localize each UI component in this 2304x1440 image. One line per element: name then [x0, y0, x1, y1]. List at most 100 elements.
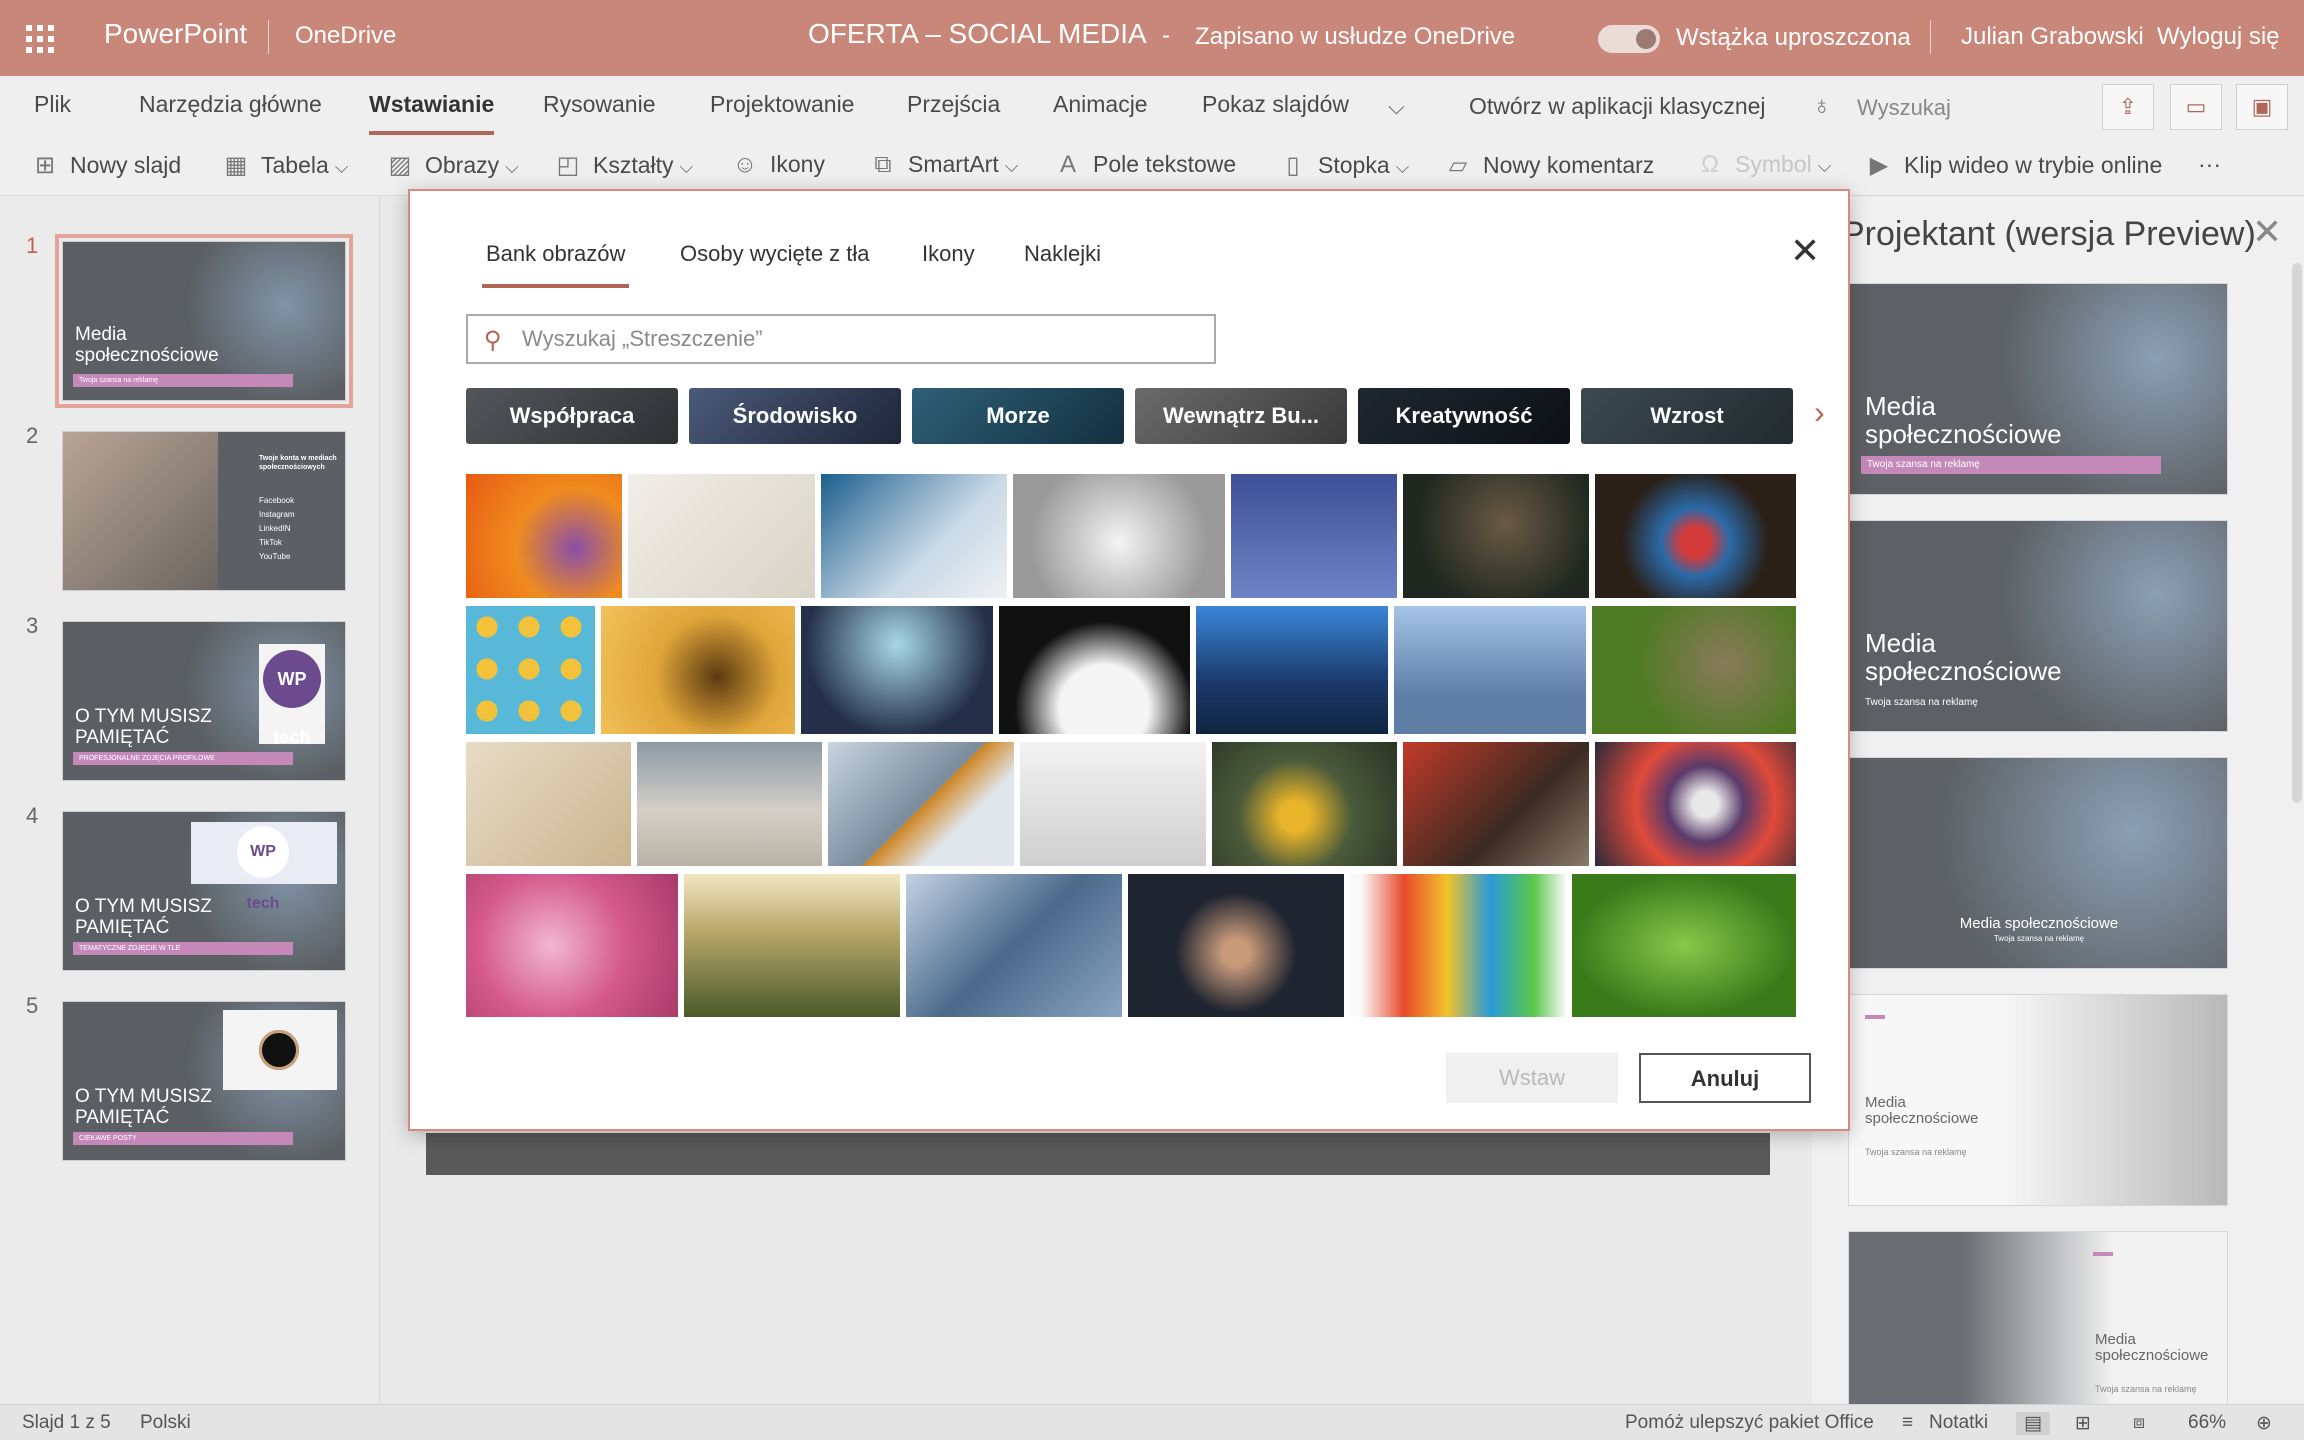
image-tile[interactable] — [1350, 874, 1566, 1017]
category-environment[interactable]: Środowisko — [689, 388, 901, 444]
slide-canvas[interactable] — [426, 1133, 1770, 1175]
normal-view-icon[interactable]: ▤ — [2016, 1412, 2050, 1435]
category-building-interior[interactable]: Wewnątrz Bu... — [1135, 388, 1347, 444]
design-idea-1[interactable]: Media społecznościowe Twoja szansa na re… — [1848, 283, 2228, 495]
app-name[interactable]: PowerPoint — [104, 18, 247, 50]
fit-to-window-icon[interactable]: ⊕ — [2256, 1412, 2272, 1435]
image-tile[interactable] — [1403, 474, 1589, 598]
tell-me-search[interactable]: Wyszukaj — [1857, 95, 1951, 121]
simplified-ribbon-toggle[interactable] — [1598, 25, 1660, 53]
cancel-button[interactable]: Anuluj — [1639, 1053, 1811, 1103]
zoom-level[interactable]: 66% — [2188, 1412, 2226, 1434]
online-video-button[interactable]: ▶ Klip wideo w trybie online — [1864, 151, 2162, 180]
tab-home[interactable]: Narzędzia główne — [139, 91, 322, 118]
design-idea-2[interactable]: Media społecznościowe Twoja szansa na re… — [1848, 520, 2228, 732]
image-tile[interactable] — [466, 606, 595, 734]
image-tile[interactable] — [1572, 874, 1796, 1017]
notes-button[interactable]: Notatki — [1929, 1412, 1988, 1434]
feedback-link[interactable]: Pomóż ulepszyć pakiet Office — [1625, 1412, 1874, 1434]
language-indicator[interactable]: Polski — [140, 1412, 191, 1434]
image-tile[interactable] — [628, 474, 815, 598]
smartart-button[interactable]: ⧉ SmartArt ⌵ — [868, 151, 1018, 179]
image-tile[interactable] — [821, 474, 1007, 598]
image-tile[interactable] — [466, 874, 678, 1017]
chevron-down-icon[interactable]: ⌵ — [1388, 94, 1405, 120]
new-slide-button[interactable]: ⊞ Nowy slajd — [30, 151, 181, 180]
open-in-desktop-button[interactable]: Otwórz w aplikacji klasycznej — [1469, 93, 1766, 120]
user-name[interactable]: Julian Grabowski — [1961, 23, 2144, 51]
design-idea-3[interactable]: Media społecznościowe Twoja szansa na re… — [1848, 757, 2228, 969]
tab-draw[interactable]: Rysowanie — [543, 91, 656, 118]
reading-view-icon[interactable]: ⧈ — [2133, 1412, 2145, 1434]
shapes-button[interactable]: ◰ Kształty ⌵ — [553, 151, 694, 180]
tab-stock-images[interactable]: Bank obrazów — [481, 241, 630, 288]
search-input[interactable] — [522, 325, 1202, 353]
close-icon[interactable]: ✕ — [1790, 233, 1820, 269]
tab-design[interactable]: Projektowanie — [710, 91, 854, 118]
image-tile[interactable] — [1013, 474, 1225, 598]
image-tile[interactable] — [1595, 742, 1796, 866]
design-subtitle: Twoja szansa na reklamę — [1865, 697, 1978, 708]
table-label: Tabela — [261, 152, 329, 178]
tab-icons[interactable]: Ikony — [922, 241, 975, 267]
image-tile[interactable] — [1196, 606, 1388, 734]
slide-thumbnail-3[interactable]: WP tech O TYM MUSISZ PAMIĘTAĆ PROFESJONA… — [62, 621, 346, 781]
tab-file[interactable]: Plik — [34, 91, 71, 118]
category-sea[interactable]: Morze — [912, 388, 1124, 444]
app-launcher-icon[interactable] — [26, 25, 54, 53]
image-tile[interactable] — [999, 606, 1190, 734]
images-button[interactable]: ▨ Obrazy ⌵ — [385, 151, 519, 180]
share-icon[interactable]: ⇪ — [2102, 84, 2154, 130]
accent-line — [2093, 1252, 2113, 1256]
image-tile[interactable] — [1212, 742, 1397, 866]
comments-icon[interactable]: ▭ — [2170, 84, 2222, 130]
slide-thumbnail-1[interactable]: Media społecznościowe Twoja szansa na re… — [55, 234, 353, 408]
tab-transitions[interactable]: Przejścia — [907, 91, 1000, 118]
image-tile[interactable] — [466, 742, 631, 866]
image-tile[interactable] — [684, 874, 900, 1017]
image-tile[interactable] — [1394, 606, 1586, 734]
image-tile[interactable] — [1592, 606, 1796, 734]
category-creativity[interactable]: Kreatywność — [1358, 388, 1570, 444]
present-icon[interactable]: ▣ — [2236, 84, 2288, 130]
design-idea-4[interactable]: Media społecznościowe Twoja szansa na re… — [1848, 994, 2228, 1206]
new-comment-button[interactable]: ▱ Nowy komentarz — [1443, 151, 1655, 180]
insert-button[interactable]: Wstaw — [1446, 1053, 1618, 1103]
textbox-button[interactable]: A Pole tekstowe — [1053, 151, 1236, 179]
tab-slideshow[interactable]: Pokaz slajdów — [1202, 91, 1349, 118]
more-options-button[interactable]: ··· — [2198, 151, 2221, 178]
slide-thumbnail-4[interactable]: WP tech O TYM MUSISZ PAMIĘTAĆ TEMATYCZNE… — [62, 811, 346, 971]
tab-cutout-people[interactable]: Osoby wycięte z tła — [680, 241, 870, 267]
chevron-right-icon[interactable]: › — [1814, 394, 1825, 431]
logout-link[interactable]: Wyloguj się — [2157, 23, 2280, 51]
image-tile[interactable] — [1128, 874, 1344, 1017]
image-tile[interactable] — [466, 474, 622, 598]
shapes-label: Kształty — [593, 152, 674, 178]
footer-button[interactable]: ▯ Stopka ⌵ — [1278, 151, 1409, 180]
tab-stickers[interactable]: Naklejki — [1024, 241, 1101, 267]
category-growth[interactable]: Wzrost — [1581, 388, 1793, 444]
tab-animations[interactable]: Animacje — [1053, 91, 1148, 118]
image-tile[interactable] — [637, 742, 822, 866]
image-tile[interactable] — [828, 742, 1014, 866]
category-collaboration[interactable]: Współpraca — [466, 388, 678, 444]
close-icon[interactable]: ✕ — [2252, 211, 2282, 253]
tab-insert[interactable]: Wstawianie — [369, 91, 495, 135]
symbol-button[interactable]: Ω Symbol ⌵ — [1695, 151, 1831, 179]
search-box[interactable]: ⚲ — [466, 314, 1216, 364]
image-tile[interactable] — [1595, 474, 1796, 598]
table-button[interactable]: ▦ Tabela ⌵ — [221, 151, 349, 180]
image-tile[interactable] — [801, 606, 993, 734]
image-tile[interactable] — [1231, 474, 1397, 598]
icons-button[interactable]: ☺ Ikony — [730, 151, 825, 179]
designer-scrollbar[interactable] — [2292, 263, 2302, 803]
image-tile[interactable] — [1403, 742, 1589, 866]
onedrive-link[interactable]: OneDrive — [295, 22, 396, 50]
image-tile[interactable] — [1020, 742, 1206, 866]
slide-sorter-icon[interactable]: ⊞ — [2075, 1412, 2091, 1435]
document-title[interactable]: OFERTA – SOCIAL MEDIA — [808, 18, 1147, 50]
slide-thumbnail-5[interactable]: O TYM MUSISZ PAMIĘTAĆ CIEKAWE POSTY — [62, 1001, 346, 1161]
image-tile[interactable] — [906, 874, 1122, 1017]
image-tile[interactable] — [601, 606, 795, 734]
slide-thumbnail-2[interactable]: Twoje konta w mediach społecznościowych … — [62, 431, 346, 591]
